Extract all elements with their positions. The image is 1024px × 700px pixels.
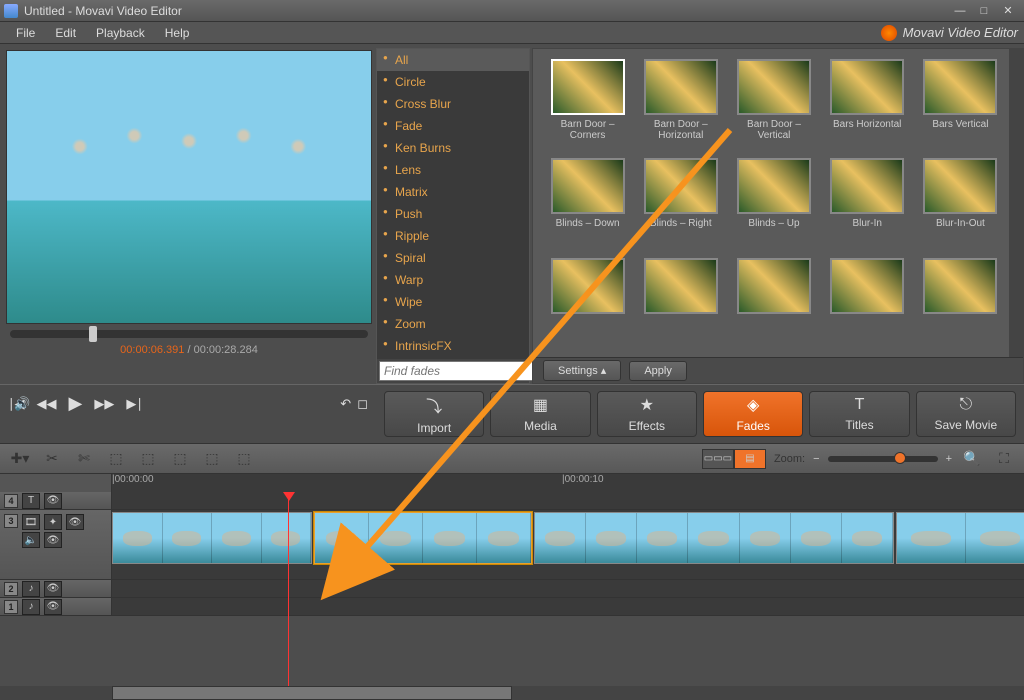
annotation-arrow [0,0,1024,700]
playhead[interactable] [288,492,289,686]
